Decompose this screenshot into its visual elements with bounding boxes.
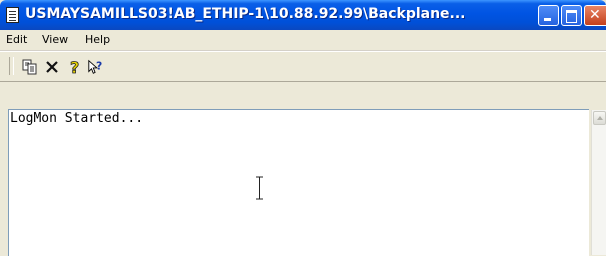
logmon-window: USMAYSAMILLS03!AB_ETHIP-1\10.88.92.99\Ba… — [0, 0, 606, 256]
context-help-icon[interactable]: ? — [87, 58, 105, 76]
menu-bar: Edit View Help — [0, 30, 606, 51]
menu-help[interactable]: Help — [85, 33, 110, 46]
maximize-button[interactable] — [561, 5, 582, 26]
log-output[interactable]: LogMon Started... — [8, 109, 589, 256]
document-icon — [6, 7, 19, 23]
toolbar-grip[interactable] — [9, 57, 14, 75]
toolbar: ? ? — [0, 51, 606, 82]
menu-edit[interactable]: Edit — [6, 33, 27, 46]
log-line: LogMon Started... — [10, 111, 144, 126]
help-icon[interactable]: ? — [66, 58, 84, 76]
clear-icon[interactable] — [43, 58, 61, 76]
svg-text:?: ? — [96, 60, 102, 73]
title-bar[interactable]: USMAYSAMILLS03!AB_ETHIP-1\10.88.92.99\Ba… — [0, 0, 606, 30]
scroll-up-button[interactable] — [593, 111, 606, 125]
window-title: USMAYSAMILLS03!AB_ETHIP-1\10.88.92.99\Ba… — [25, 6, 466, 22]
copy-icon[interactable] — [21, 58, 39, 76]
vertical-scrollbar[interactable] — [591, 110, 606, 255]
text-cursor-icon — [255, 176, 264, 200]
menu-view[interactable]: View — [42, 33, 68, 46]
svg-text:?: ? — [70, 58, 79, 76]
minimize-button[interactable] — [538, 5, 559, 26]
close-button[interactable] — [584, 5, 606, 26]
